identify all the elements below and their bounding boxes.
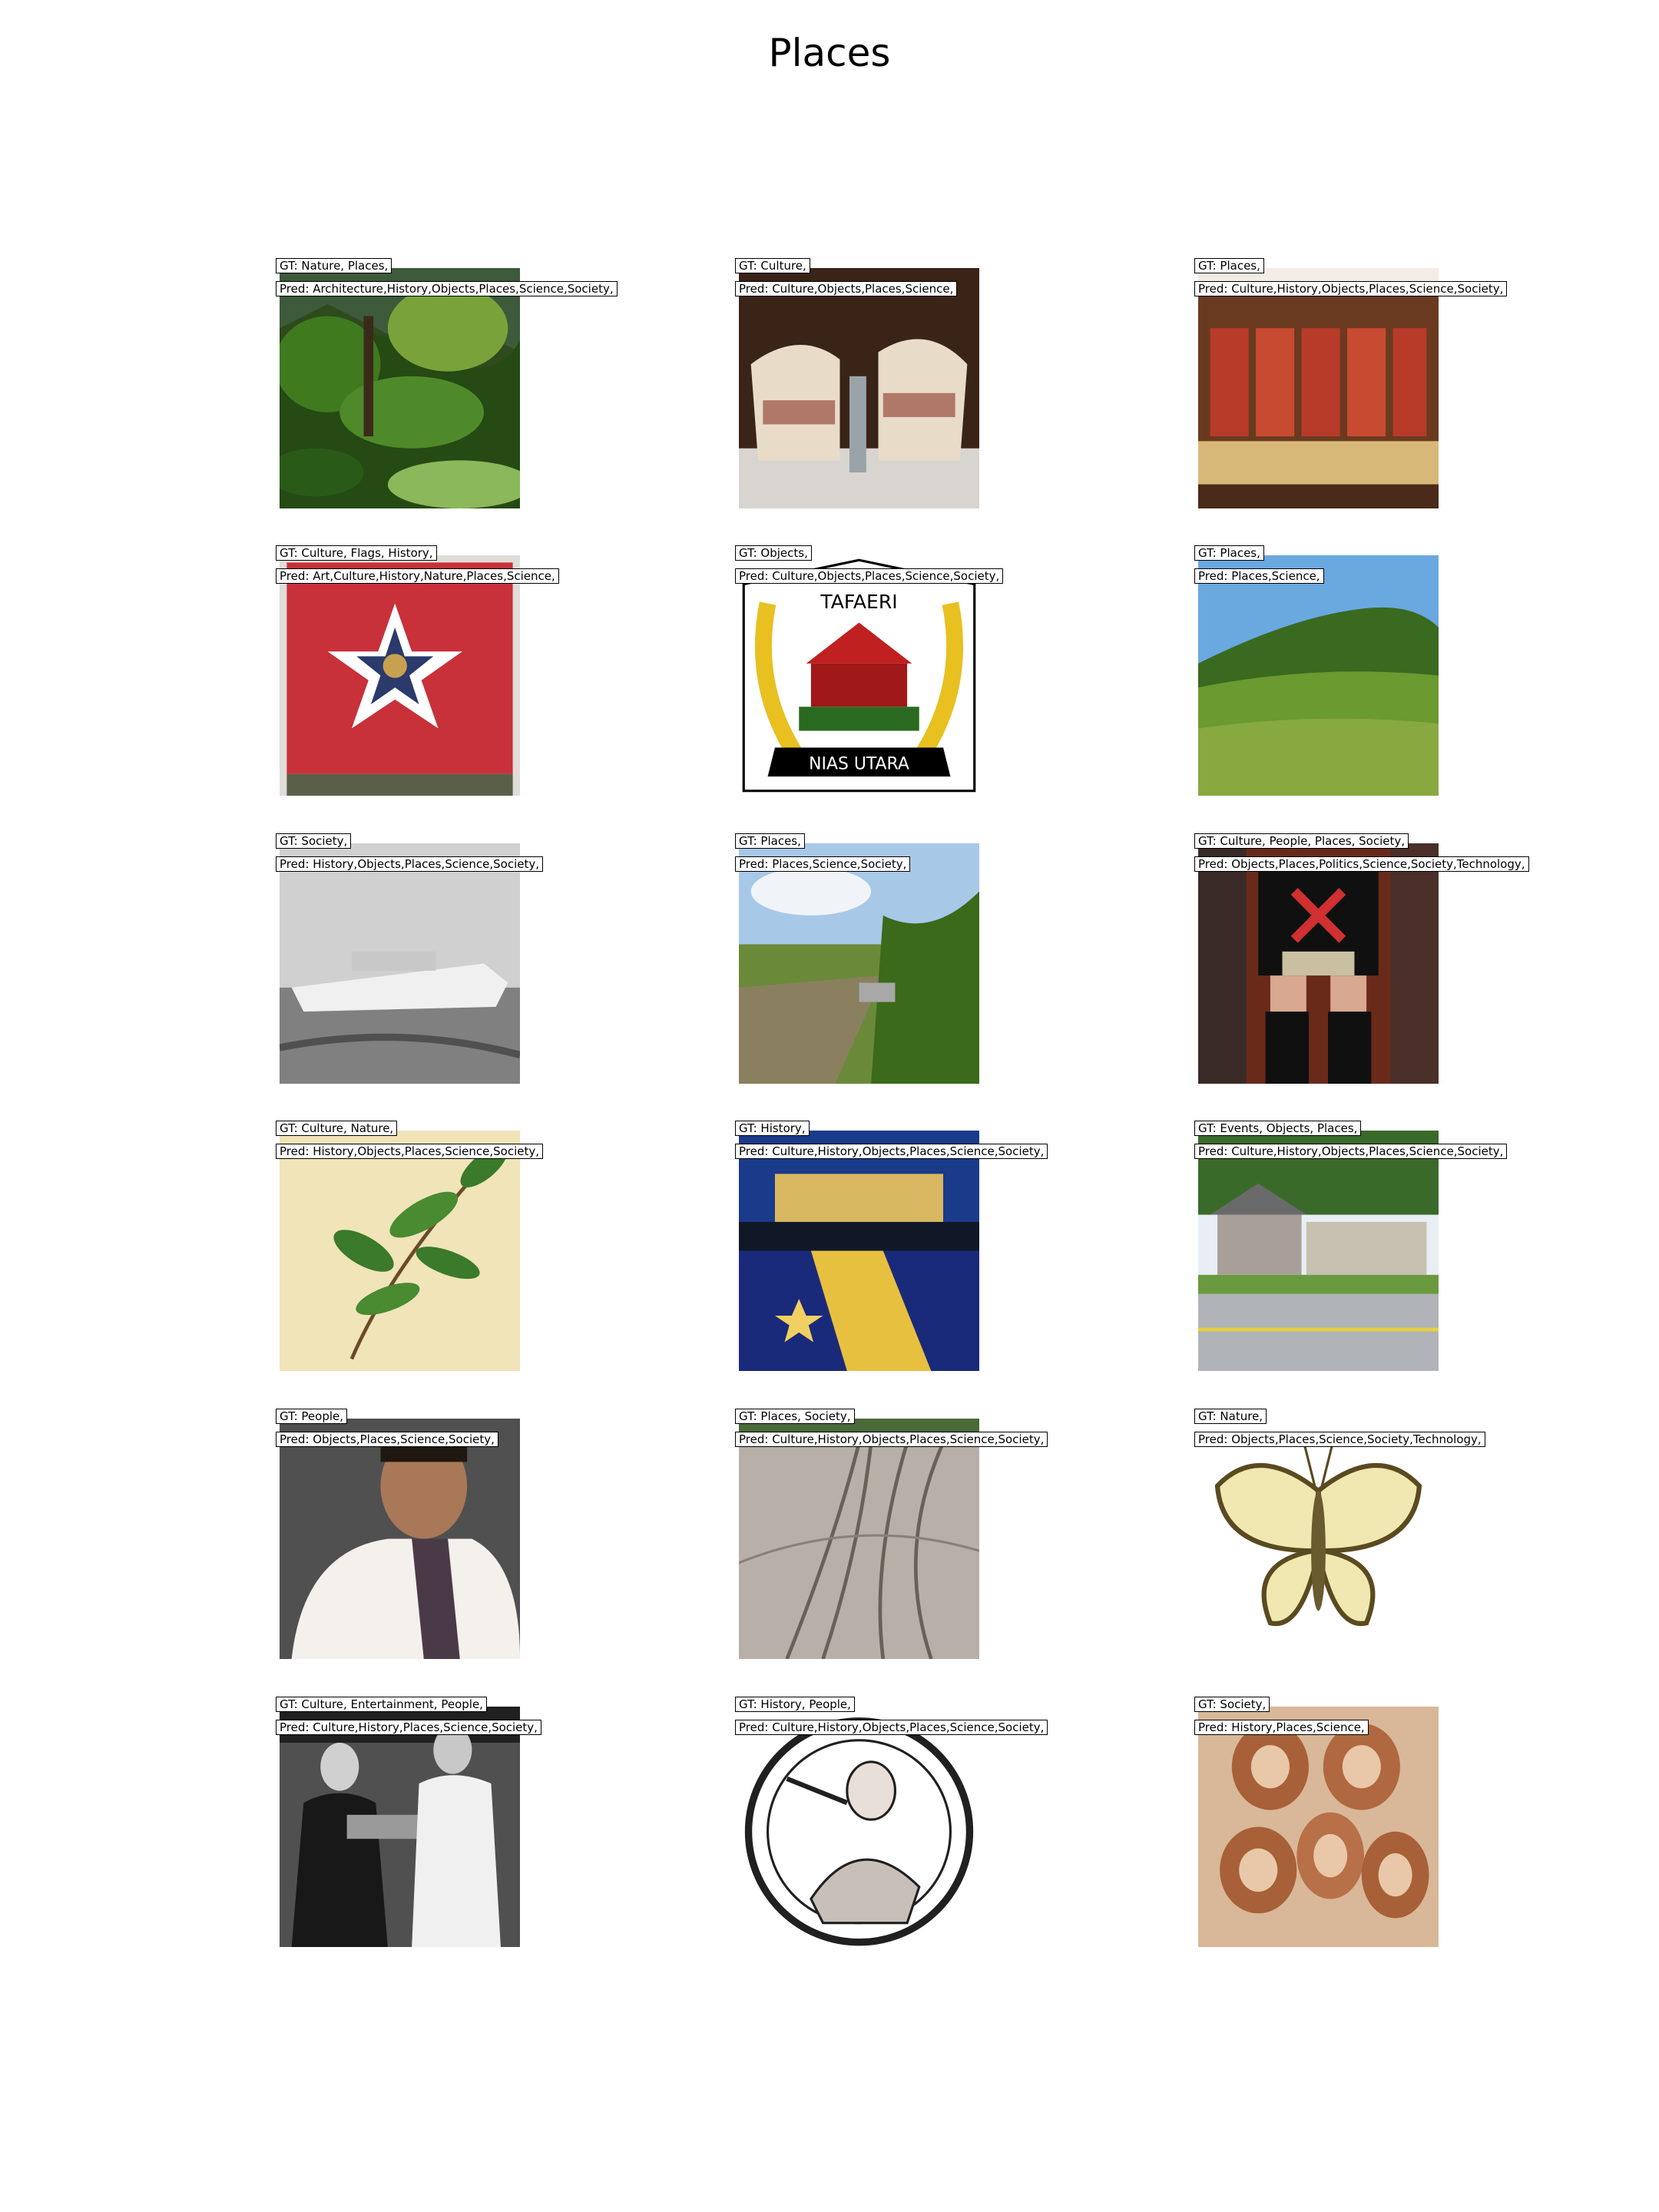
- gt-label: GT: Objects,: [735, 545, 812, 561]
- gt-label: GT: Places, Society,: [735, 1409, 855, 1424]
- svg-text:NIAS UTARA: NIAS UTARA: [809, 755, 909, 774]
- gt-label: GT: Society,: [276, 833, 352, 849]
- grid-cell-2: GT: Culture, Pred: Culture,Objects,Place…: [735, 258, 979, 508]
- pred-label: Pred: History,Objects,Places,Science,Soc…: [276, 1144, 544, 1159]
- gt-label: GT: Places,: [1194, 545, 1264, 561]
- green-hills-image: [1198, 555, 1439, 796]
- gt-label: GT: Culture, Flags, History,: [276, 545, 437, 561]
- pred-label: Pred: Culture,History,Places,Science,Soc…: [276, 1720, 541, 1735]
- pred-label: Pred: Culture,History,Objects,Places,Sci…: [735, 1720, 1048, 1735]
- candle-flag-night-image: [739, 1131, 979, 1371]
- gt-label: GT: Nature, Places,: [276, 258, 392, 273]
- virus-micrograph-image: [1198, 1707, 1439, 1947]
- wrestler-image: [1198, 843, 1439, 1084]
- grid-cell-6: GT: Places, Pred: Places,Science,: [1194, 545, 1439, 796]
- gt-label: GT: Culture,: [735, 258, 810, 273]
- svg-text:TAFAERI: TAFAERI: [820, 591, 897, 613]
- tram-tracks-image: [739, 1419, 979, 1659]
- pred-label: Pred: Objects,Places,Politics,Science,So…: [1194, 856, 1529, 872]
- pred-label: Pred: Objects,Places,Science,Society,: [276, 1432, 498, 1447]
- figure-title: Places: [768, 31, 891, 75]
- grid-cell-13: GT: People, Pred: Objects,Places,Science…: [276, 1409, 520, 1659]
- gt-label: GT: Places,: [1194, 258, 1264, 273]
- grid-cell-16: GT: Culture, Entertainment, People, Pred…: [276, 1697, 541, 1947]
- gt-label: GT: History,: [735, 1121, 810, 1136]
- gt-label: GT: History, People,: [735, 1697, 855, 1712]
- nias-utara-emblem-image: TAFAERI NIAS UTARA: [739, 555, 979, 796]
- pred-label: Pred: Art,Culture,History,Nature,Places,…: [276, 568, 559, 584]
- gt-label: GT: Culture, People, Places, Society,: [1194, 833, 1409, 849]
- gt-label: GT: Events, Objects, Places,: [1194, 1121, 1362, 1136]
- botanical-plant-image: [280, 1131, 520, 1371]
- grid-cell-5: TAFAERI NIAS UTARA GT: Objects, Pred: Cu…: [735, 545, 1004, 796]
- grid-cell-18: GT: Society, Pred: History,Places,Scienc…: [1194, 1697, 1439, 1947]
- grid-cell-12: GT: Events, Objects, Places, Pred: Cultu…: [1194, 1121, 1508, 1371]
- butterfly-image: [1198, 1419, 1439, 1659]
- sandwich-image: [739, 268, 979, 508]
- red-flag-image: [280, 555, 520, 796]
- pred-label: Pred: Places,Science,: [1194, 568, 1324, 584]
- gt-label: GT: Culture, Nature,: [276, 1121, 398, 1136]
- grid-cell-10: GT: Culture, Nature, Pred: History,Objec…: [276, 1121, 544, 1371]
- grid-cell-11: GT: History, Pred: Culture,History,Objec…: [735, 1121, 1048, 1371]
- pred-label: Pred: Culture,Objects,Places,Science,Soc…: [735, 568, 1004, 584]
- pred-label: Pred: Culture,History,Objects,Places,Sci…: [735, 1432, 1048, 1447]
- grid-cell-15: GT: Nature, Pred: Objects,Places,Science…: [1194, 1409, 1485, 1659]
- gt-label: GT: Culture, Entertainment, People,: [276, 1697, 487, 1712]
- gt-label: GT: People,: [276, 1409, 348, 1424]
- grid-cell-1: GT: Nature, Places, Pred: Architecture,H…: [276, 258, 618, 508]
- pred-label: Pred: Culture,History,Objects,Places,Sci…: [735, 1144, 1048, 1159]
- street-building-image: [1198, 1131, 1439, 1371]
- tropical-garden-image: [280, 268, 520, 508]
- award-ceremony-image: [280, 1707, 520, 1947]
- painted-screen-image: [1198, 268, 1439, 508]
- pred-label: Pred: Objects,Places,Science,Society,Tec…: [1194, 1432, 1485, 1447]
- pred-label: Pred: Culture,History,Objects,Places,Sci…: [1194, 1144, 1508, 1159]
- pred-label: Pred: Architecture,History,Objects,Place…: [276, 281, 618, 296]
- gt-label: GT: Places,: [735, 833, 805, 849]
- gt-label: GT: Nature,: [1194, 1409, 1267, 1424]
- field-path-image: [739, 843, 979, 1084]
- grid-cell-3: GT: Places, Pred: Culture,History,Object…: [1194, 258, 1508, 508]
- engraved-medallion-image: [739, 1707, 979, 1947]
- pred-label: Pred: Places,Science,Society,: [735, 856, 911, 872]
- grid-cell-9: GT: Culture, People, Places, Society, Pr…: [1194, 833, 1529, 1084]
- man-portrait-image: [280, 1419, 520, 1659]
- grid-cell-4: GT: Culture, Flags, History, Pred: Art,C…: [276, 545, 559, 796]
- boat-photo-image: [280, 843, 520, 1084]
- pred-label: Pred: Culture,Objects,Places,Science,: [735, 281, 958, 296]
- gt-label: GT: Society,: [1194, 1697, 1270, 1712]
- grid-cell-7: GT: Society, Pred: History,Objects,Place…: [276, 833, 544, 1084]
- pred-label: Pred: History,Places,Science,: [1194, 1720, 1369, 1735]
- grid-cell-8: GT: Places, Pred: Places,Science,Society…: [735, 833, 979, 1084]
- pred-label: Pred: Culture,History,Objects,Places,Sci…: [1194, 281, 1508, 296]
- pred-label: Pred: History,Objects,Places,Science,Soc…: [276, 856, 544, 872]
- grid-cell-14: GT: Places, Society, Pred: Culture,Histo…: [735, 1409, 1048, 1659]
- grid-cell-17: GT: History, People, Pred: Culture,Histo…: [735, 1697, 1048, 1947]
